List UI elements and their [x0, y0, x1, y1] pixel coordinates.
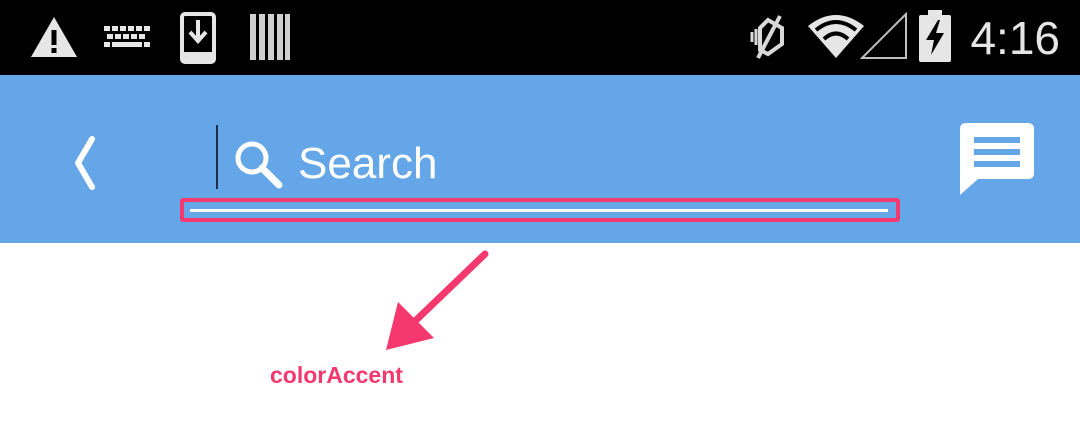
status-bar: 4:16: [0, 0, 1080, 75]
keyboard-icon: [104, 26, 150, 47]
battery-charging-icon: [919, 10, 951, 62]
signal-icon: [860, 12, 907, 59]
callout-arrow-icon: [386, 250, 489, 350]
magnifier-icon: [235, 141, 283, 189]
barcode-icon: [250, 14, 290, 60]
warning-icon: [31, 17, 77, 57]
back-button[interactable]: [64, 133, 108, 193]
search-underline: [190, 209, 888, 212]
wifi-icon: [808, 15, 864, 58]
vibrate-off-icon: [750, 15, 784, 59]
search-toolbar: [0, 75, 1080, 243]
chevron-left-icon: [75, 136, 95, 190]
message-icon: [960, 123, 1034, 195]
status-clock: 4:16: [970, 12, 1060, 64]
search-input[interactable]: [298, 131, 858, 197]
message-button[interactable]: [956, 121, 1036, 197]
callout-label: colorAccent: [270, 362, 403, 388]
text-cursor-divider: [216, 125, 218, 189]
download-icon: [180, 12, 216, 64]
